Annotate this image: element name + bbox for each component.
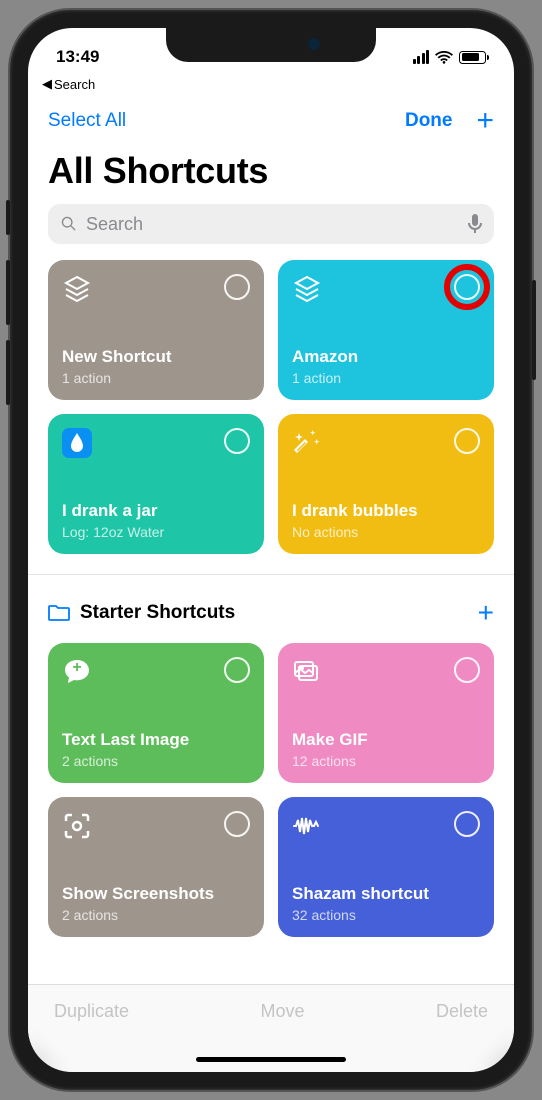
starter-grid: + Text Last Image 2 actions Make (28, 643, 514, 937)
cellular-signal-icon (413, 50, 430, 64)
card-subtitle: 32 actions (292, 907, 480, 923)
card-title: New Shortcut (62, 347, 250, 367)
card-subtitle: 2 actions (62, 753, 250, 769)
shortcut-card-drank-bubbles[interactable]: I drank bubbles No actions (278, 414, 494, 554)
add-shortcut-button[interactable]: + (476, 106, 494, 136)
mic-icon[interactable] (468, 214, 482, 234)
search-input[interactable]: Search (48, 204, 494, 244)
phone-frame: 13:49 ◀ Search Select All Done + All Sho… (10, 10, 532, 1090)
shortcuts-grid: New Shortcut 1 action Amazon 1 action (28, 260, 514, 554)
card-subtitle: Log: 12oz Water (62, 524, 250, 540)
shortcut-card-show-screenshots[interactable]: Show Screenshots 2 actions (48, 797, 264, 937)
select-circle[interactable] (224, 811, 250, 837)
card-title: I drank bubbles (292, 501, 480, 521)
section-title: Starter Shortcuts (80, 602, 235, 624)
shortcut-card-drank-jar[interactable]: I drank a jar Log: 12oz Water (48, 414, 264, 554)
home-indicator[interactable] (196, 1057, 346, 1062)
water-icon (62, 428, 92, 458)
search-icon (60, 215, 78, 233)
images-icon (292, 657, 322, 687)
card-subtitle: 1 action (62, 370, 250, 386)
card-title: Shazam shortcut (292, 884, 480, 904)
capture-icon (62, 811, 92, 841)
highlight-ring (444, 264, 490, 310)
done-button[interactable]: Done (405, 110, 453, 132)
delete-button[interactable]: Delete (436, 1001, 488, 1022)
shortcut-card-text-last-image[interactable]: + Text Last Image 2 actions (48, 643, 264, 783)
add-starter-button[interactable]: + (478, 597, 494, 629)
screen: 13:49 ◀ Search Select All Done + All Sho… (28, 28, 514, 1072)
card-title: I drank a jar (62, 501, 250, 521)
page-title: All Shortcuts (28, 144, 514, 204)
card-subtitle: 2 actions (62, 907, 250, 923)
back-label: Search (54, 77, 95, 92)
wand-icon (292, 428, 322, 458)
wifi-icon (435, 50, 453, 64)
wave-icon (292, 811, 322, 841)
nav-bar: Select All Done + (28, 92, 514, 144)
shortcut-card-new-shortcut[interactable]: New Shortcut 1 action (48, 260, 264, 400)
select-circle[interactable] (224, 428, 250, 454)
stack-icon (62, 274, 92, 304)
back-chevron-icon: ◀ (42, 76, 52, 92)
shortcut-card-make-gif[interactable]: Make GIF 12 actions (278, 643, 494, 783)
card-subtitle: 1 action (292, 370, 480, 386)
status-time: 13:49 (56, 47, 156, 67)
select-all-button[interactable]: Select All (48, 110, 126, 132)
card-title: Text Last Image (62, 730, 250, 750)
svg-text:+: + (72, 659, 81, 676)
battery-icon (459, 51, 486, 64)
duplicate-button[interactable]: Duplicate (54, 1001, 129, 1022)
shortcut-card-amazon[interactable]: Amazon 1 action (278, 260, 494, 400)
card-title: Show Screenshots (62, 884, 250, 904)
card-subtitle: 12 actions (292, 753, 480, 769)
card-title: Make GIF (292, 730, 480, 750)
select-circle[interactable] (454, 428, 480, 454)
folder-icon (48, 604, 70, 622)
card-subtitle: No actions (292, 524, 480, 540)
notch (166, 28, 376, 62)
section-header: Starter Shortcuts + (28, 574, 514, 643)
move-button[interactable]: Move (261, 1001, 305, 1022)
select-circle[interactable] (454, 811, 480, 837)
shortcut-card-shazam[interactable]: Shazam shortcut 32 actions (278, 797, 494, 937)
select-circle[interactable] (454, 657, 480, 683)
select-circle[interactable] (224, 657, 250, 683)
chat-icon: + (62, 657, 92, 687)
back-to-search[interactable]: ◀ Search (28, 72, 514, 92)
bottom-toolbar: Duplicate Move Delete (28, 984, 514, 1072)
stack-icon (292, 274, 322, 304)
search-placeholder: Search (86, 214, 460, 235)
card-title: Amazon (292, 347, 480, 367)
select-circle[interactable] (224, 274, 250, 300)
